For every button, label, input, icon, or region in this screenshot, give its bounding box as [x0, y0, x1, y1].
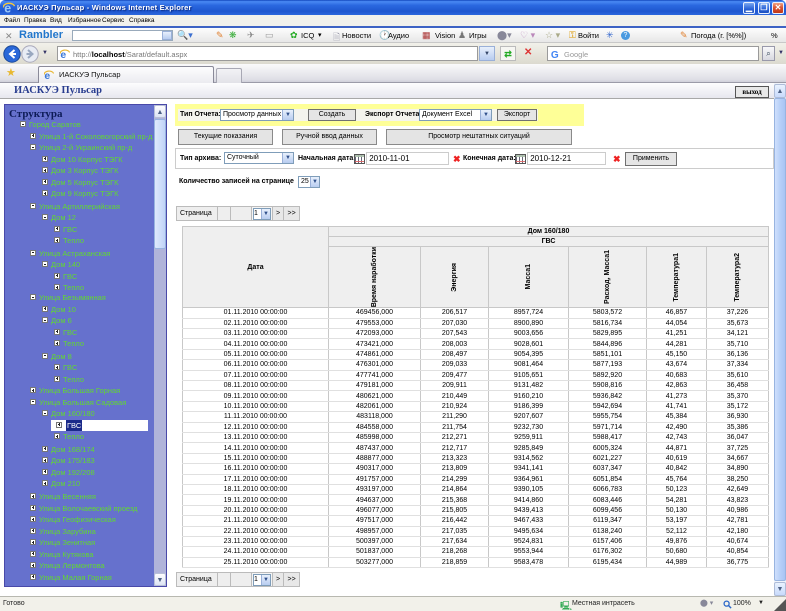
svg-text:G: G	[551, 50, 559, 60]
